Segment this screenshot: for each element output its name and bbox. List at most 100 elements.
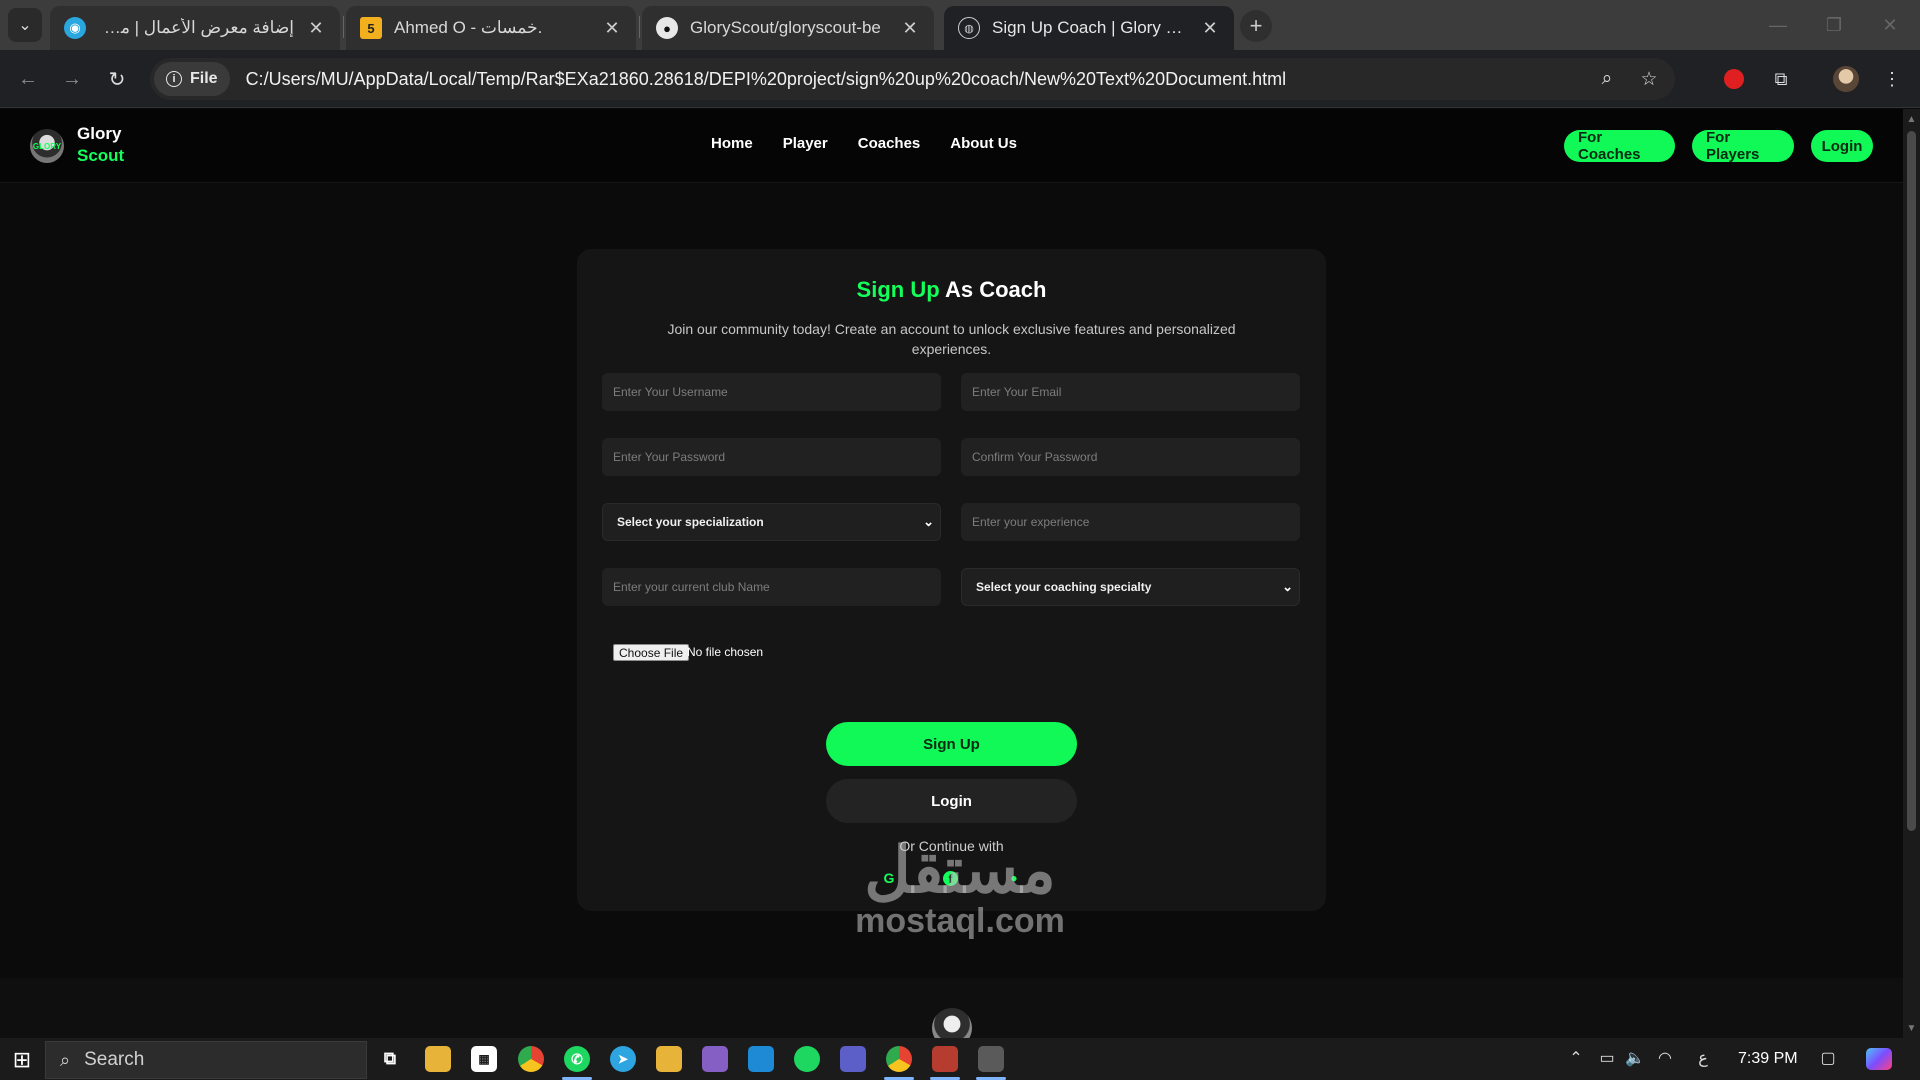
chevron-down-icon: ⌄ xyxy=(18,17,32,34)
tab-title: Sign Up Coach | Glory Scout xyxy=(992,18,1188,37)
experience-input[interactable]: Enter your experience xyxy=(961,503,1300,541)
github-icon: ● xyxy=(656,17,678,39)
nav-coaches[interactable]: Coaches xyxy=(858,135,921,152)
vscode-icon[interactable] xyxy=(748,1046,774,1072)
battery-icon[interactable]: ▭ xyxy=(1596,1048,1618,1068)
watermark-domain: mostaql.com xyxy=(855,902,1065,940)
restore-button[interactable]: ❐ xyxy=(1806,0,1862,50)
watermark-arabic: مستقل xyxy=(864,834,1056,906)
mostaql-watermark: مستقل mostaql.com xyxy=(845,838,1075,938)
email-input[interactable]: Enter Your Email xyxy=(961,373,1300,411)
current-club-input[interactable]: Enter your current club Name xyxy=(602,568,941,606)
page-scrollbar[interactable]: ▲ ▼ xyxy=(1903,109,1920,1038)
username-input[interactable]: Enter Your Username xyxy=(602,373,941,411)
site-header: GLORY Glory Scout Home Player Coaches Ab… xyxy=(0,109,1903,183)
tab-mostaql[interactable]: ◉ إضافة معرض الأعمال | مستقل ✕ xyxy=(50,6,340,50)
spotify-icon[interactable] xyxy=(794,1046,820,1072)
extension-shield-icon[interactable] xyxy=(1718,63,1750,95)
scroll-down-icon[interactable]: ▼ xyxy=(1903,1020,1920,1036)
extensions-puzzle-icon[interactable]: ⧉ xyxy=(1765,63,1797,95)
file-status-text: No file chosen xyxy=(687,645,764,659)
file-explorer-icon[interactable] xyxy=(425,1046,451,1072)
site-info-chip[interactable]: i File xyxy=(154,62,230,96)
header-login-button[interactable]: Login xyxy=(1811,130,1873,162)
zoom-icon[interactable]: ⌕ xyxy=(1591,63,1623,95)
reload-button[interactable]: ↻ xyxy=(101,63,133,95)
close-icon[interactable]: ✕ xyxy=(306,18,326,39)
new-tab-button[interactable]: + xyxy=(1240,10,1272,42)
login-button[interactable]: Login xyxy=(826,779,1077,823)
chevron-up-icon[interactable]: ⌃ xyxy=(1566,1048,1586,1068)
scroll-up-icon[interactable]: ▲ xyxy=(1903,111,1920,127)
brand-line-1: Glory xyxy=(77,124,122,143)
whatsapp-icon[interactable]: ✆ xyxy=(564,1046,590,1072)
input-language[interactable]: ع xyxy=(1693,1048,1713,1068)
bookmark-star-icon[interactable]: ☆ xyxy=(1633,63,1665,95)
notification-icon[interactable]: ▢ xyxy=(1816,1048,1840,1068)
scroll-thumb[interactable] xyxy=(1907,131,1916,831)
close-icon[interactable]: ✕ xyxy=(1200,18,1220,39)
chrome-icon[interactable] xyxy=(518,1046,544,1072)
title-rest: As Coach xyxy=(939,277,1047,302)
nav-home[interactable]: Home xyxy=(711,135,753,152)
for-players-button[interactable]: For Players xyxy=(1692,129,1794,163)
minimize-button[interactable]: — xyxy=(1750,0,1806,50)
specialization-select[interactable]: Select your specialization ⌄ xyxy=(602,503,941,541)
chrome-alt-icon[interactable] xyxy=(886,1046,912,1072)
taskbar-search-label: Search xyxy=(84,1049,145,1070)
wifi-icon[interactable]: ◠ xyxy=(1654,1048,1676,1068)
ms-store-icon[interactable]: ▦ xyxy=(471,1046,497,1072)
chevron-down-icon: ⌄ xyxy=(923,514,934,529)
taskbar-search-box[interactable]: ⌕ Search xyxy=(45,1041,367,1079)
task-view-icon[interactable]: ⧉ xyxy=(377,1046,403,1072)
page-title: Sign Up As Coach xyxy=(577,277,1326,303)
tab-khamsat[interactable]: 5 Ahmed O - خمسات. ✕ xyxy=(346,6,636,50)
password-input[interactable]: Enter Your Password xyxy=(602,438,941,476)
coaching-specialty-select[interactable]: Select your coaching specialty ⌄ xyxy=(961,568,1300,606)
kebab-menu-icon[interactable]: ⋮ xyxy=(1876,63,1908,95)
url-text[interactable]: C:/Users/MU/AppData/Local/Temp/Rar$EXa21… xyxy=(246,69,1591,90)
tab-separator xyxy=(639,16,640,38)
avatar-image xyxy=(1833,66,1859,92)
chevron-down-icon: ⌄ xyxy=(1282,579,1293,594)
visual-studio-icon[interactable] xyxy=(702,1046,728,1072)
mostaql-icon: ◉ xyxy=(64,17,86,39)
glory-scout-logo[interactable]: GLORY xyxy=(30,129,64,163)
close-icon[interactable]: ✕ xyxy=(900,18,920,39)
tab-search-button[interactable]: ⌄ xyxy=(8,8,42,42)
close-icon[interactable]: ✕ xyxy=(602,18,622,39)
search-icon: ⌕ xyxy=(60,1049,71,1070)
telegram-icon[interactable]: ➤ xyxy=(610,1046,636,1072)
arrow-left-icon: ← xyxy=(18,67,38,90)
copilot-icon[interactable] xyxy=(1866,1048,1892,1070)
back-button[interactable]: ← xyxy=(12,63,44,95)
page-subtitle: Join our community today! Create an acco… xyxy=(667,321,1236,357)
close-window-button[interactable]: ✕ xyxy=(1862,0,1918,50)
nav-player[interactable]: Player xyxy=(783,135,828,152)
forward-button[interactable]: → xyxy=(56,63,88,95)
logo-text: GLORY xyxy=(32,141,62,151)
address-bar[interactable]: i File C:/Users/MU/AppData/Local/Temp/Ra… xyxy=(150,58,1675,100)
taskbar-clock[interactable]: 7:39 PM xyxy=(1738,1050,1798,1068)
for-coaches-button[interactable]: For Coaches xyxy=(1564,129,1675,163)
tab-separator xyxy=(343,16,344,38)
main-nav: Home Player Coaches About Us xyxy=(711,135,1017,152)
nav-about-us[interactable]: About Us xyxy=(950,135,1017,152)
tab-title: إضافة معرض الأعمال | مستقل xyxy=(98,18,294,37)
app-icon[interactable] xyxy=(978,1046,1004,1072)
windows-start-icon[interactable]: ⊞ xyxy=(8,1046,36,1074)
choose-file-button[interactable]: Choose File xyxy=(613,644,690,661)
confirm-password-input[interactable]: Confirm Your Password xyxy=(961,438,1300,476)
profile-avatar[interactable] xyxy=(1830,63,1862,95)
sticky-app-icon[interactable] xyxy=(656,1046,682,1072)
winrar-icon[interactable] xyxy=(932,1046,958,1072)
tab-signup-coach[interactable]: ◍ Sign Up Coach | Glory Scout ✕ xyxy=(944,6,1234,50)
volume-icon[interactable]: 🔈 xyxy=(1624,1048,1646,1068)
teams-icon[interactable] xyxy=(840,1046,866,1072)
tab-github[interactable]: ● GloryScout/gloryscout-be ✕ xyxy=(642,6,934,50)
brand-name[interactable]: Glory Scout xyxy=(77,123,124,167)
plus-icon: + xyxy=(1249,13,1263,38)
signup-button[interactable]: Sign Up xyxy=(826,722,1077,766)
red-extension-badge xyxy=(1724,69,1744,89)
windows-taskbar: ⊞ ⌕ Search ⧉ ▦ ✆ ➤ ⌃ ▭ 🔈 ◠ ع 7:39 PM ▢ xyxy=(0,1038,1920,1080)
